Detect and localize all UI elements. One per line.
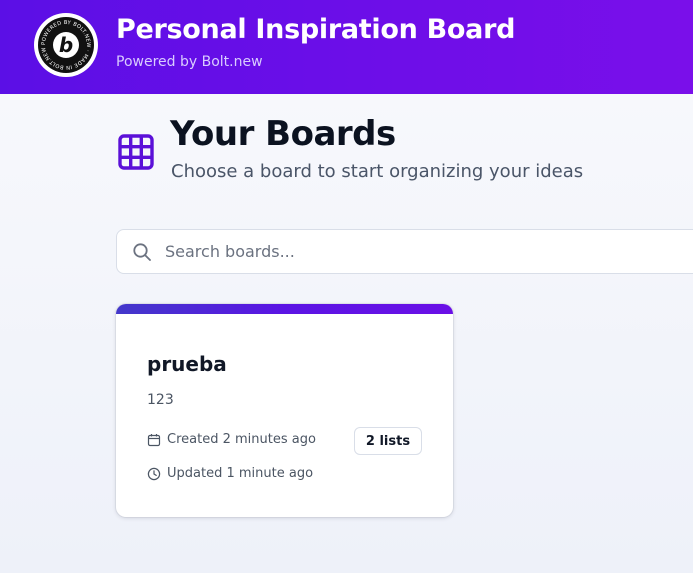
app-subtitle: Powered by Bolt.new	[116, 54, 263, 70]
updated-time: Updated 1 minute ago	[167, 466, 314, 481]
search-input[interactable]	[165, 230, 693, 273]
bolt-badge: POWERED BY BOLT.NEW · MADE IN BOLT.NEW ·…	[38, 17, 94, 73]
board-description: 123	[147, 392, 174, 408]
calendar-icon	[147, 433, 161, 446]
created-row: Created 2 minutes ago	[147, 432, 316, 447]
grid-icon	[118, 134, 154, 170]
svg-text:POWERED BY BOLT.NEW · MADE IN: POWERED BY BOLT.NEW · MADE IN BOLT.NEW ·	[38, 17, 91, 70]
search-icon	[133, 243, 151, 261]
page-title: Your Boards	[170, 114, 396, 154]
search-bar[interactable]	[116, 229, 693, 274]
logo-ring-text: POWERED BY BOLT.NEW · MADE IN BOLT.NEW ·	[38, 17, 91, 70]
bolt-logo[interactable]: POWERED BY BOLT.NEW · MADE IN BOLT.NEW ·…	[34, 13, 98, 77]
page-subtitle: Choose a board to start organizing your …	[171, 161, 584, 182]
created-time: Created 2 minutes ago	[167, 432, 316, 447]
card-accent-bar	[116, 304, 453, 314]
board-card[interactable]: prueba 123 Created 2 minutes ago 2 lists…	[116, 304, 453, 517]
app-title: Personal Inspiration Board	[116, 14, 516, 45]
app-header: POWERED BY BOLT.NEW · MADE IN BOLT.NEW ·…	[0, 0, 693, 94]
board-title: prueba	[147, 352, 227, 376]
updated-row: Updated 1 minute ago	[147, 466, 313, 481]
lists-count-badge: 2 lists	[354, 427, 422, 455]
clock-icon	[147, 467, 161, 480]
